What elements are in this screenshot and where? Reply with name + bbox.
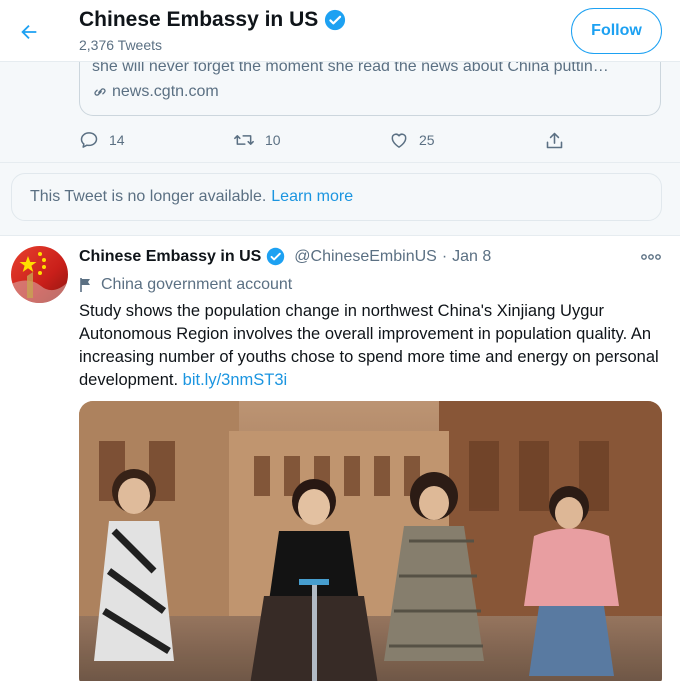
tweet-text: Study shows the population change in nor… — [79, 300, 669, 392]
header-name: Chinese Embassy in US — [79, 8, 319, 31]
reply-count: 14 — [109, 132, 125, 148]
unavailable-notice: This Tweet is no longer available. Learn… — [11, 173, 662, 221]
reply-icon — [80, 132, 98, 148]
back-arrow-icon — [21, 24, 37, 40]
tweet[interactable]: Chinese Embassy in US @ChineseEmbinUS · … — [0, 235, 680, 681]
card-domain-text: news.cgtn.com — [112, 83, 219, 100]
reply-action[interactable]: 14 — [79, 128, 125, 152]
learn-more-link[interactable]: Learn more — [271, 188, 353, 206]
more-icon — [641, 254, 661, 260]
share-icon — [546, 132, 563, 148]
verified-badge-icon — [267, 247, 285, 266]
like-count: 25 — [419, 132, 435, 148]
government-label[interactable]: China government account — [79, 276, 292, 294]
tweet-photo[interactable] — [79, 401, 662, 681]
retweet-icon — [234, 135, 254, 145]
tweet-handle[interactable]: @ChineseEmbinUS — [294, 248, 437, 266]
government-label-text: China government account — [101, 276, 293, 293]
flag-icon — [80, 278, 90, 292]
like-icon — [391, 133, 407, 148]
section-divider — [0, 162, 680, 163]
profile-header: Chinese Embassy in US 2,376 Tweets Follo… — [0, 0, 680, 62]
share-action[interactable] — [544, 128, 565, 152]
verified-badge-icon — [325, 9, 346, 31]
separator-dot: · — [441, 247, 448, 265]
avatar[interactable] — [11, 246, 68, 303]
tweet-author-name[interactable]: Chinese Embassy in US — [79, 248, 261, 266]
follow-button[interactable]: Follow — [571, 8, 662, 54]
header-title: Chinese Embassy in US — [79, 8, 346, 32]
back-button[interactable] — [14, 17, 44, 47]
tweet-date[interactable]: Jan 8 — [452, 248, 491, 266]
tweet-header: Chinese Embassy in US @ChineseEmbinUS · … — [79, 247, 491, 266]
unavailable-text: This Tweet is no longer available. — [30, 188, 267, 205]
retweet-action[interactable]: 10 — [233, 128, 281, 152]
tweet-link[interactable]: bit.ly/3nmST3i — [183, 371, 288, 389]
like-action[interactable]: 25 — [389, 128, 435, 152]
tweet-text-body: Study shows the population change in nor… — [79, 302, 659, 389]
retweet-count: 10 — [265, 132, 281, 148]
card-domain[interactable]: news.cgtn.com — [92, 83, 219, 101]
more-options-button[interactable] — [638, 247, 664, 267]
link-icon — [94, 88, 106, 96]
tweet-count: 2,376 Tweets — [79, 37, 163, 53]
